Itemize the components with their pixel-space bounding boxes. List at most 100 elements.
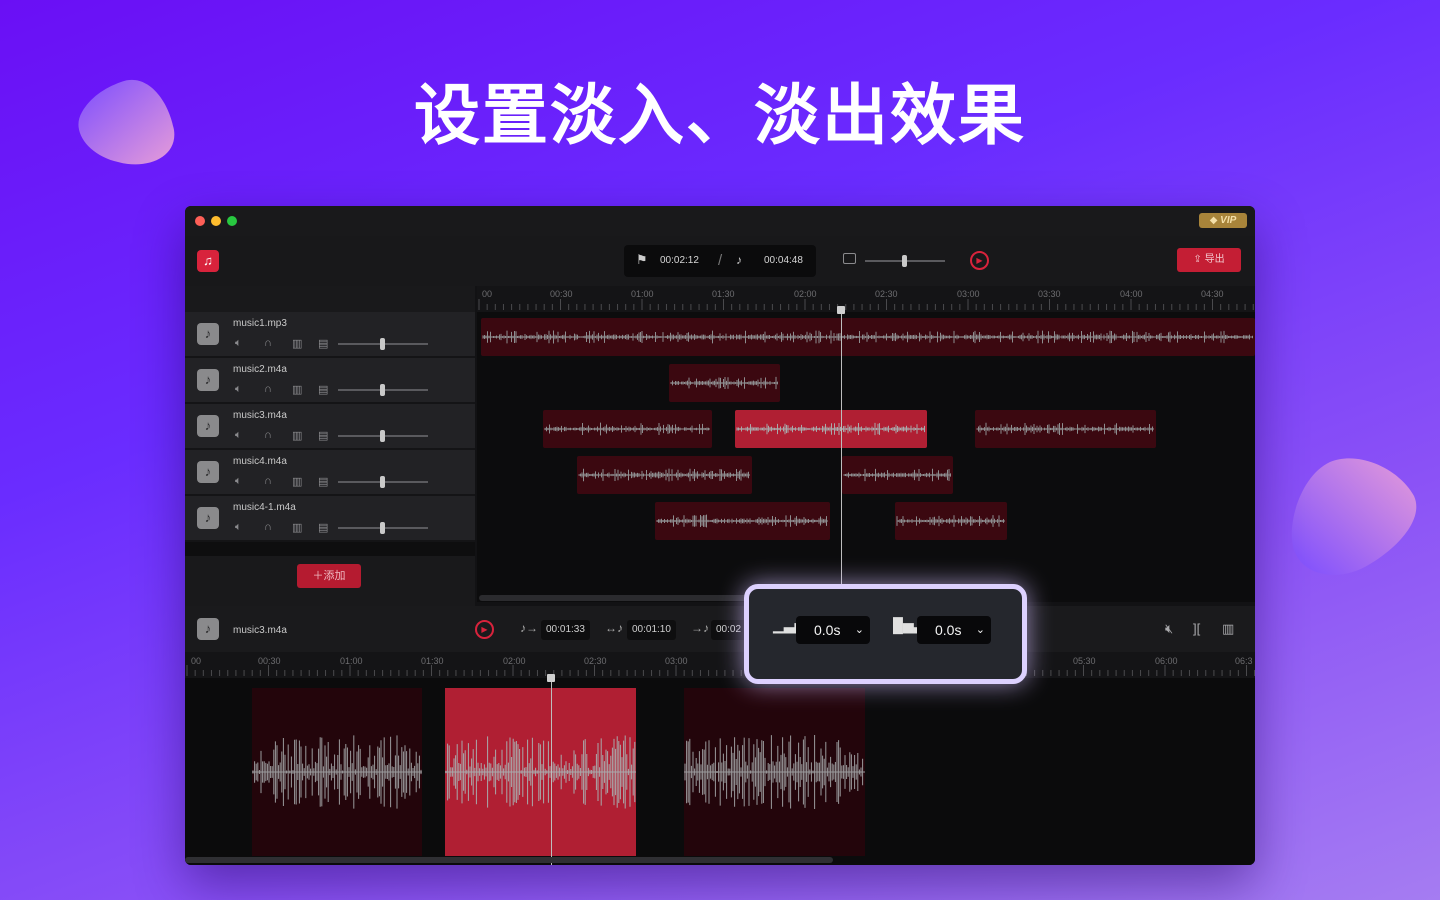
vip-badge[interactable]: ◆ VIP xyxy=(1199,213,1247,228)
ruler-label: 01:30 xyxy=(421,656,444,666)
waveform xyxy=(976,422,1154,436)
ruler-label: 00 xyxy=(482,289,493,299)
headphones-icon[interactable]: ∩ xyxy=(264,475,272,487)
master-volume-knob[interactable] xyxy=(902,255,907,267)
mute-icon[interactable]: 🔈︎ xyxy=(235,521,242,534)
app-window: ◆ VIP ♫ ⚑ 00:02:12 / ♪ 00:04:48 ▶ ⇪ 导出 0… xyxy=(185,206,1255,865)
headphones-icon[interactable]: ∩ xyxy=(264,429,272,441)
music-note-icon: ♪ xyxy=(197,618,219,640)
track-volume-knob[interactable] xyxy=(380,338,385,350)
editor-clip[interactable] xyxy=(252,688,422,856)
mute-icon[interactable]: 🔈︎ xyxy=(235,383,242,396)
editor-clip[interactable] xyxy=(684,688,865,856)
track-volume-knob[interactable] xyxy=(380,384,385,396)
clip-start-time[interactable]: 00:01:33 xyxy=(541,620,590,640)
trash-icon[interactable]: ▥ xyxy=(292,337,302,350)
equalizer-icon[interactable]: ▤ xyxy=(318,383,328,396)
ruler-label: 00 xyxy=(191,656,202,666)
clip-duration-icon: ↔♪ xyxy=(605,621,623,635)
editor-clip-selected[interactable] xyxy=(445,688,636,856)
fade-out-select[interactable]: 0.0s ⌄ xyxy=(917,616,991,644)
editor-playhead-line[interactable] xyxy=(551,678,552,865)
track-volume-knob[interactable] xyxy=(380,430,385,442)
waveform xyxy=(252,735,422,809)
editor-ruler[interactable]: 00 00:30 01:00 01:30 02:00 02:30 03:00 0… xyxy=(185,652,1255,678)
multitrack-timeline[interactable] xyxy=(477,312,1255,602)
export-button[interactable]: ⇪ 导出 xyxy=(1177,248,1241,272)
track-row[interactable]: ♪ music1.mp3 🔈︎ ∩ ▥ ▤ xyxy=(185,312,475,358)
app-logo-icon: ♫ xyxy=(197,250,219,272)
track-row[interactable]: ♪ music2.m4a 🔈︎ ∩ ▥ ▤ xyxy=(185,358,475,404)
clip-edit-bar: ♪ music3.m4a ▶ ♪→ 00:01:33 ↔♪ 00:01:10 →… xyxy=(185,606,1255,652)
zoom-window-button[interactable] xyxy=(227,216,237,226)
clip-editor[interactable] xyxy=(185,678,1255,865)
chevron-down-icon: ⌄ xyxy=(854,624,864,636)
ruler-label: 04:30 xyxy=(1201,289,1224,299)
audio-clip[interactable] xyxy=(842,456,953,494)
waveform xyxy=(445,735,636,809)
audio-clip[interactable] xyxy=(895,502,1007,540)
mute-icon[interactable]: 🔈︎ xyxy=(235,337,242,350)
play-clip-button[interactable]: ▶ xyxy=(475,620,494,639)
time-display: ⚑ 00:02:12 / ♪ 00:04:48 xyxy=(624,245,816,277)
fade-in-value: 0.0s xyxy=(814,622,841,638)
decor-blob-right xyxy=(1291,458,1417,575)
music-note-icon: ♪ xyxy=(197,507,219,529)
mute-icon[interactable]: 🔈︎ xyxy=(235,475,242,488)
playhead-handle[interactable] xyxy=(837,306,845,314)
timeline-ruler[interactable]: 00 00:30 01:00 01:30 02:00 02:30 03:00 0… xyxy=(477,286,1255,312)
audio-clip[interactable] xyxy=(669,364,780,402)
minimize-window-button[interactable] xyxy=(211,216,221,226)
editor-playhead-handle[interactable] xyxy=(547,674,555,682)
waveform xyxy=(656,514,828,528)
audio-clip[interactable] xyxy=(543,410,712,448)
trash-icon[interactable]: ▥ xyxy=(292,429,302,442)
trash-icon[interactable]: ▥ xyxy=(292,475,302,488)
add-track-button[interactable]: ＋添加 xyxy=(297,564,361,588)
track-volume-knob[interactable] xyxy=(380,476,385,488)
equalizer-icon[interactable]: ▤ xyxy=(318,337,328,350)
audio-clip[interactable] xyxy=(577,456,752,494)
ruler-label: 02:30 xyxy=(584,656,607,666)
fade-settings-popup: ▁▃▅█ 0.0s ⌄ █▅▃▁ 0.0s ⌄ xyxy=(744,584,1027,684)
equalizer-icon[interactable]: ▤ xyxy=(318,521,328,534)
close-window-button[interactable] xyxy=(195,216,205,226)
audio-clip-selected[interactable] xyxy=(735,410,927,448)
headphones-icon[interactable]: ∩ xyxy=(264,383,272,395)
main-toolbar: ♫ ⚑ 00:02:12 / ♪ 00:04:48 ▶ ⇪ 导出 xyxy=(185,236,1255,286)
trash-icon[interactable]: ▥ xyxy=(292,521,302,534)
clip-end-icon: →♪ xyxy=(691,621,709,635)
ruler-label: 06:00 xyxy=(1155,656,1178,666)
clip-duration[interactable]: 00:01:10 xyxy=(627,620,676,640)
headphones-icon[interactable]: ∩ xyxy=(264,521,272,533)
ruler-label: 01:00 xyxy=(340,656,363,666)
time-separator: / xyxy=(718,252,723,269)
audio-clip[interactable] xyxy=(655,502,830,540)
play-all-button[interactable]: ▶ xyxy=(970,251,989,270)
split-icon[interactable]: ][ xyxy=(1193,621,1200,636)
equalizer-icon[interactable]: ▤ xyxy=(318,429,328,442)
ruler-label: 02:00 xyxy=(794,289,817,299)
track-row[interactable]: ♪ music4-1.m4a 🔈︎ ∩ ▥ ▤ xyxy=(185,496,475,542)
headphones-icon[interactable]: ∩ xyxy=(264,337,272,349)
music-note-icon: ♪ xyxy=(197,415,219,437)
playhead-line[interactable] xyxy=(841,312,842,602)
export-icon: ⇪ xyxy=(1193,254,1205,265)
waveform xyxy=(684,735,865,809)
track-volume-knob[interactable] xyxy=(380,522,385,534)
ruler-label: 06:3 xyxy=(1235,656,1253,666)
trash-icon[interactable]: ▥ xyxy=(292,383,302,396)
audio-clip[interactable] xyxy=(975,410,1156,448)
audio-clip[interactable] xyxy=(481,318,1255,356)
delete-clip-icon[interactable]: ▥ xyxy=(1222,621,1234,637)
editor-scrollbar[interactable] xyxy=(185,857,833,863)
mute-clip-icon[interactable]: 🔇︎ xyxy=(1165,621,1173,637)
track-row[interactable]: ♪ music4.m4a 🔈︎ ∩ ▥ ▤ xyxy=(185,450,475,496)
fade-in-select[interactable]: 0.0s ⌄ xyxy=(796,616,870,644)
track-name: music4.m4a xyxy=(233,456,287,467)
mute-icon[interactable]: 🔈︎ xyxy=(235,429,242,442)
ruler-label: 03:30 xyxy=(1038,289,1061,299)
ruler-label: 04:00 xyxy=(1120,289,1143,299)
track-row[interactable]: ♪ music3.m4a 🔈︎ ∩ ▥ ▤ xyxy=(185,404,475,450)
equalizer-icon[interactable]: ▤ xyxy=(318,475,328,488)
